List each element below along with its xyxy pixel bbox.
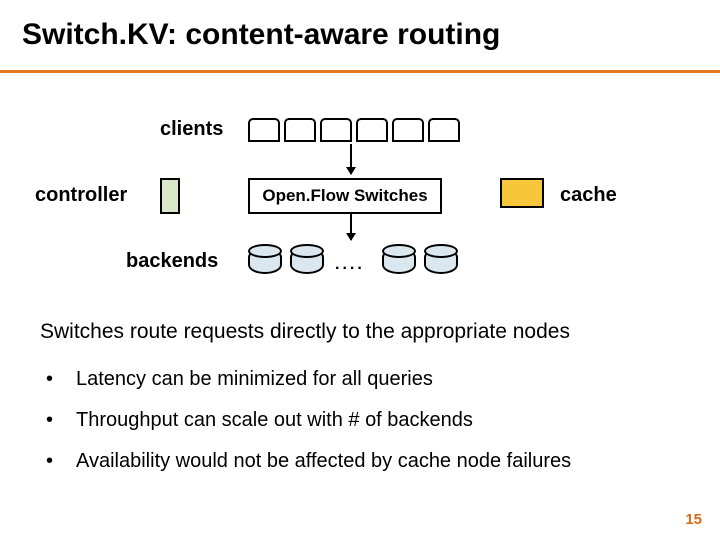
slide-title: Switch.KV: content-aware routing xyxy=(22,18,500,52)
title-underline xyxy=(0,70,720,73)
controller-label: controller xyxy=(35,184,127,207)
ellipsis: .... xyxy=(335,256,365,274)
arrow-clients-to-switch xyxy=(350,144,352,174)
backend-node xyxy=(248,248,282,274)
backend-node xyxy=(424,248,458,274)
client-node xyxy=(356,118,388,142)
client-node xyxy=(428,118,460,142)
backend-node xyxy=(290,248,324,274)
summary-text: Switches route requests directly to the … xyxy=(40,320,570,344)
bullet-item: Availability would not be affected by ca… xyxy=(42,450,680,473)
controller-node xyxy=(160,178,180,214)
client-node xyxy=(248,118,280,142)
bullet-item: Latency can be minimized for all queries xyxy=(42,368,680,391)
backends-label: backends xyxy=(126,250,218,273)
cache-node xyxy=(500,178,544,208)
arrow-switch-to-backends xyxy=(350,214,352,240)
client-node xyxy=(392,118,424,142)
client-node xyxy=(284,118,316,142)
page-number: 15 xyxy=(685,511,702,528)
bullet-item: Throughput can scale out with # of backe… xyxy=(42,409,680,432)
cache-label: cache xyxy=(560,184,617,207)
clients-label: clients xyxy=(160,118,223,141)
switch-box: Open.Flow Switches xyxy=(248,178,442,214)
backend-node xyxy=(382,248,416,274)
bullet-list: Latency can be minimized for all queries… xyxy=(42,350,680,491)
client-node xyxy=(320,118,352,142)
